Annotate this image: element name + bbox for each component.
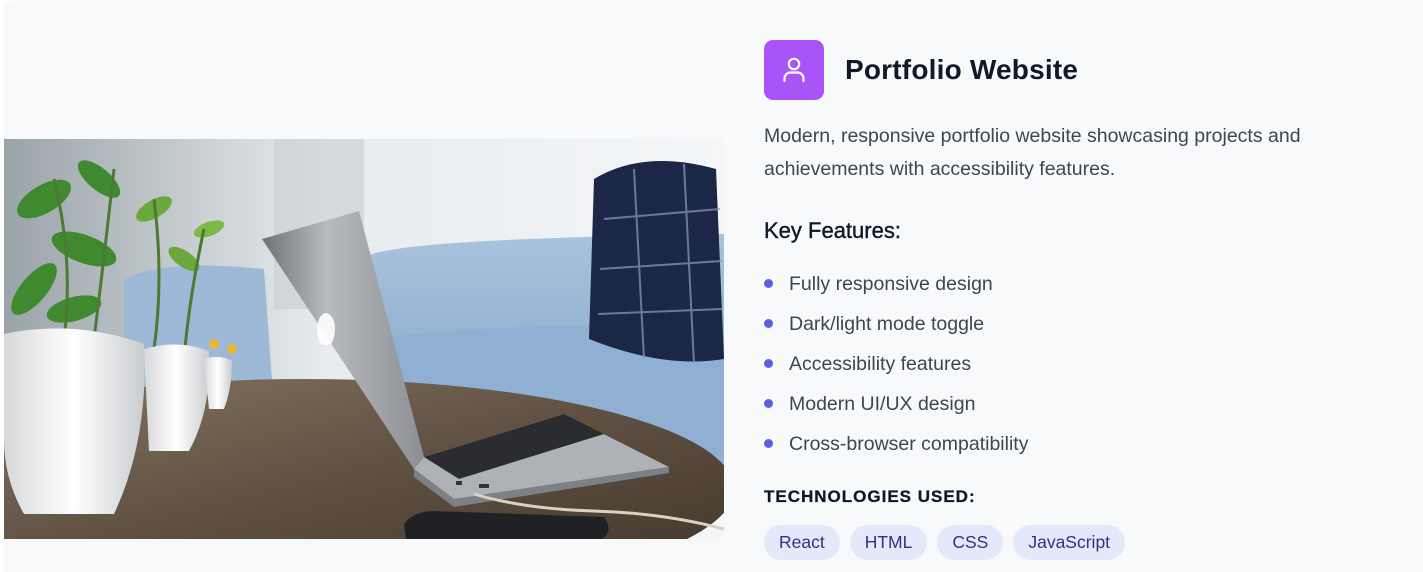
feature-label: Cross-browser compatibility (789, 432, 1029, 455)
project-image (4, 139, 724, 539)
project-title: Portfolio Website (845, 54, 1079, 85)
project-details: Portfolio Website Modern, responsive por… (764, 40, 1384, 560)
technologies-heading: TECHNOLOGIES USED: (764, 487, 976, 506)
user-icon (764, 40, 824, 100)
feature-label: Modern UI/UX design (789, 392, 976, 415)
feature-label: Accessibility features (789, 352, 972, 375)
feature-item: Accessibility features (764, 344, 1028, 384)
feature-item: Dark/light mode toggle (764, 304, 1028, 344)
project-header: Portfolio Website (764, 40, 1384, 100)
feature-label: Fully responsive design (789, 272, 993, 295)
bullet-icon (764, 438, 773, 448)
technology-tags: React HTML CSS JavaScript (764, 525, 1126, 560)
bullet-icon (764, 398, 773, 408)
tech-tag-javascript: JavaScript (1013, 525, 1126, 560)
feature-label: Dark/light mode toggle (789, 312, 985, 335)
project-description: Modern, responsive portfolio website sho… (764, 125, 1301, 180)
bullet-icon (764, 318, 773, 328)
features-heading: Key Features: (764, 218, 901, 243)
features-list: Fully responsive design Dark/light mode … (764, 264, 1028, 464)
tech-tag-css: CSS (937, 525, 1004, 560)
feature-item: Cross-browser compatibility (764, 424, 1028, 464)
feature-item: Modern UI/UX design (764, 384, 1028, 424)
tech-tag-react: React (764, 525, 840, 560)
feature-item: Fully responsive design (764, 264, 1028, 304)
bullet-icon (764, 358, 773, 368)
tech-tag-html: HTML (849, 525, 928, 560)
bullet-icon (764, 278, 773, 288)
